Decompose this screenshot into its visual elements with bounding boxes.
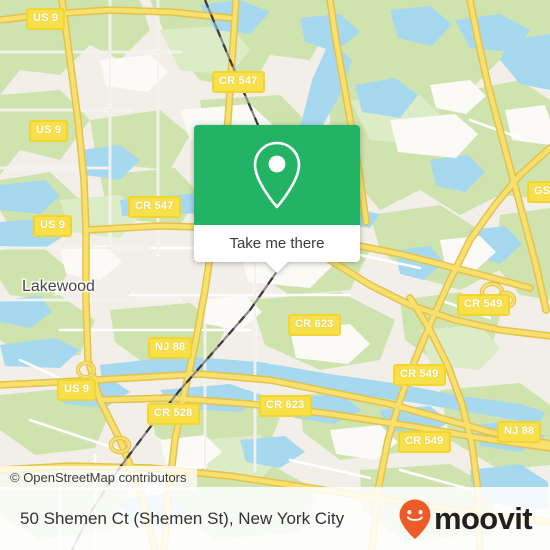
route-shield[interactable]: GS (527, 181, 550, 203)
route-shield[interactable]: NJ 88 (497, 421, 542, 443)
popup-tail (266, 262, 288, 273)
route-shield[interactable]: US 9 (29, 120, 69, 142)
map-screen: Lakewood US 9 CR 547 US 9 CR 547 US 9 GS… (0, 0, 550, 550)
bottom-bar: 50 Shemen Ct (Shemen St), New York City … (0, 487, 550, 550)
take-me-there-label: Take me there (229, 235, 325, 252)
route-shield[interactable]: CR 547 (212, 71, 265, 93)
route-shield[interactable]: NJ 88 (148, 337, 193, 359)
route-shield[interactable]: US 9 (57, 379, 97, 401)
place-label-lakewood: Lakewood (22, 278, 95, 295)
location-popup-card[interactable]: Take me there (194, 125, 360, 273)
route-shield[interactable]: US 9 (26, 8, 66, 30)
route-shield[interactable]: CR 623 (259, 395, 312, 417)
take-me-there-button[interactable]: Take me there (194, 225, 360, 262)
location-pin-icon (249, 138, 305, 212)
moovit-wordmark: moovit (433, 501, 533, 536)
route-shield[interactable]: CR 549 (398, 431, 451, 453)
route-shield[interactable]: CR 549 (393, 364, 446, 386)
address-title: 50 Shemen Ct (Shemen St), New York City (20, 508, 345, 528)
moovit-logo[interactable]: moovit (398, 498, 533, 540)
moovit-pin-icon (398, 498, 432, 540)
popup-header (194, 125, 360, 225)
route-shield[interactable]: CR 547 (128, 196, 181, 218)
route-shield[interactable]: CR 549 (457, 294, 510, 316)
route-shield[interactable]: US 9 (33, 215, 73, 237)
route-shield[interactable]: CR 623 (288, 314, 341, 336)
route-shield[interactable]: CR 528 (147, 403, 200, 425)
